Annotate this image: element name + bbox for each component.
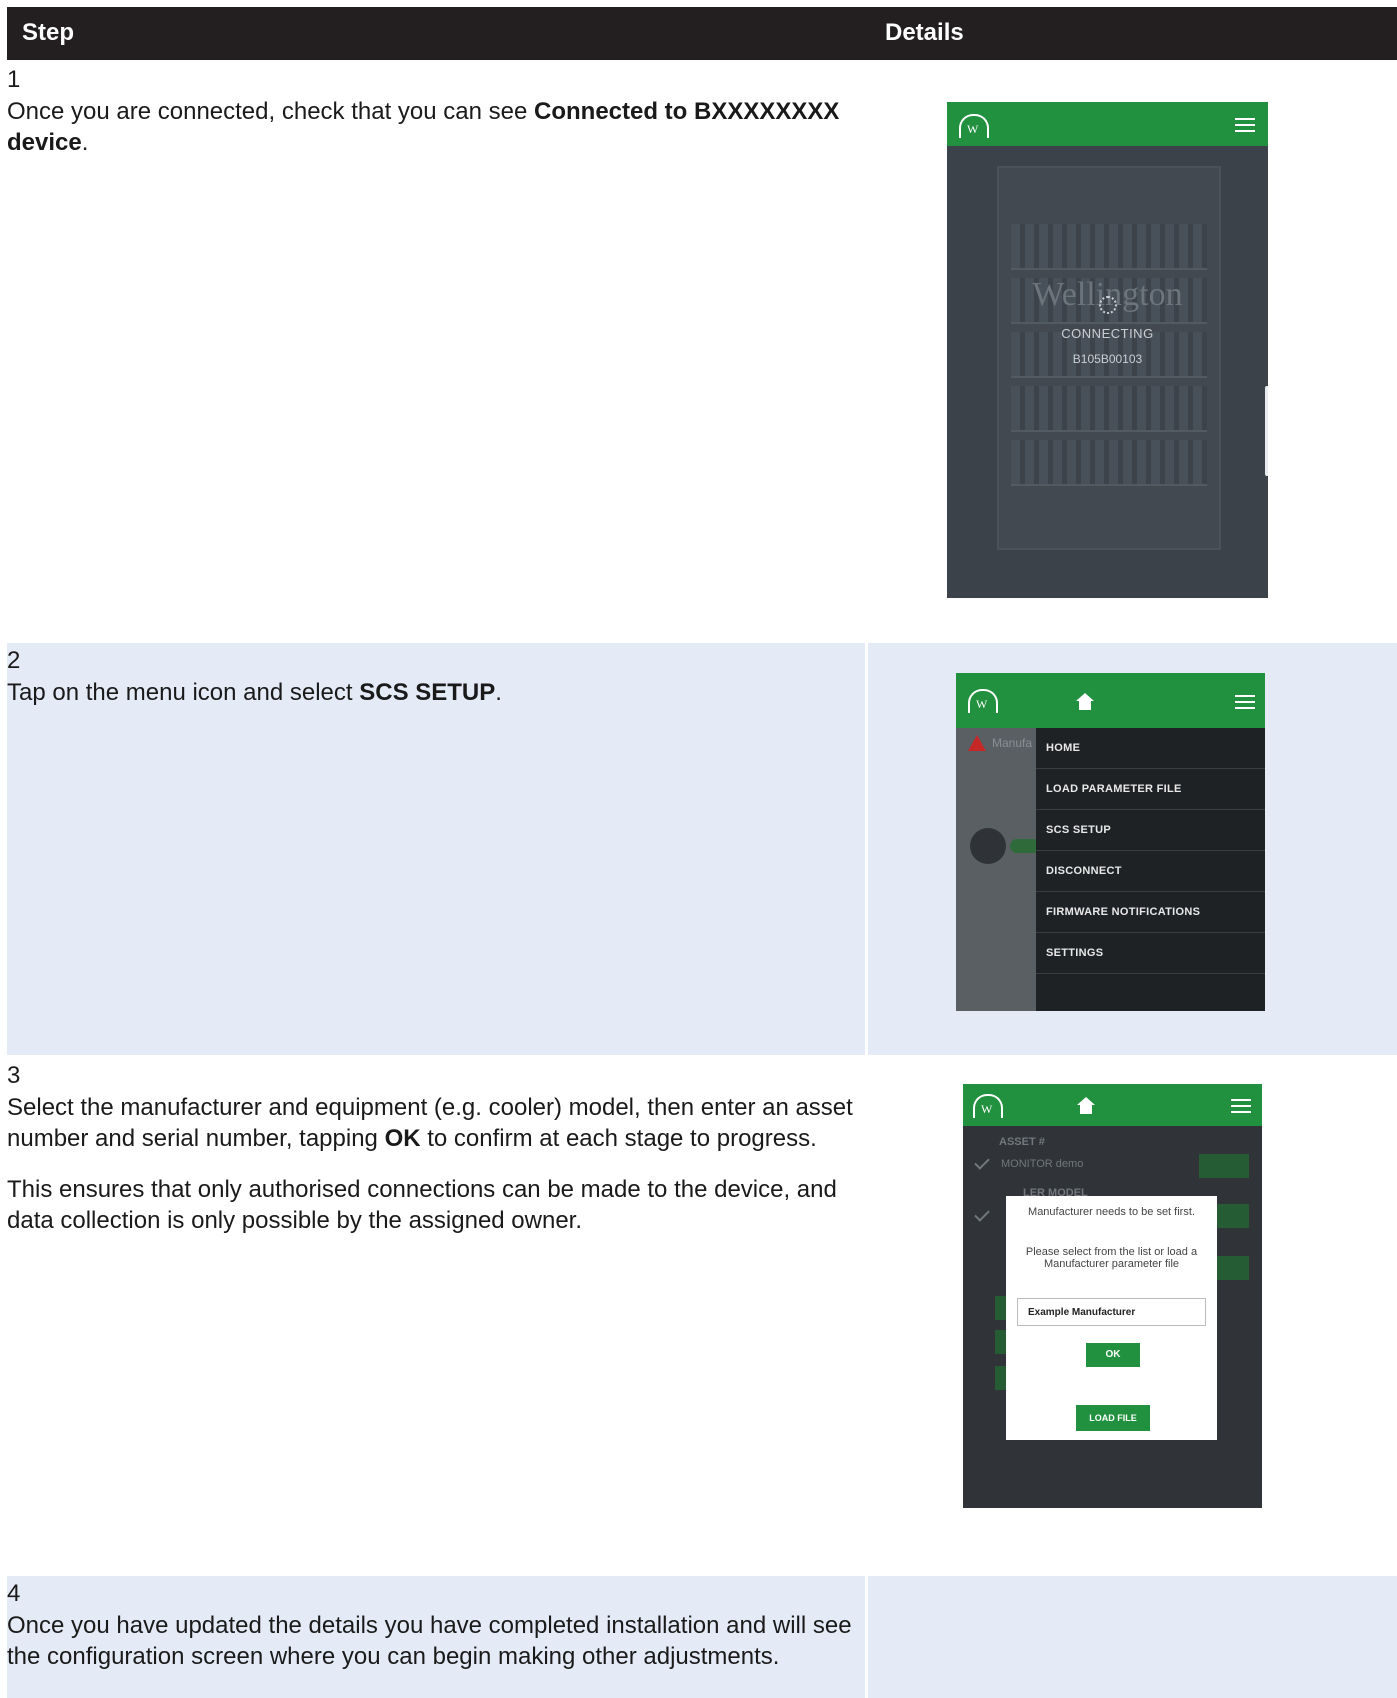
background-screen <box>956 728 1036 1011</box>
table-header: Step Details <box>7 7 1397 60</box>
app-header-bar: W <box>947 102 1268 146</box>
app-header-bar: W <box>963 1084 1262 1126</box>
manufacturer-dialog: Manufacturer needs to be set first. Plea… <box>1006 1196 1217 1440</box>
step-text: Once you are connected, check that you c… <box>7 98 840 156</box>
phone-screenshot-manufacturer: W ASSET # MONITOR demo LER MODEL Manufac… <box>963 1084 1262 1508</box>
header-details: Details <box>885 19 964 46</box>
hamburger-menu-icon <box>1231 1099 1251 1113</box>
table-row: 2 Tap on the menu icon and select SCS SE… <box>7 643 1397 1055</box>
step-note: This ensures that only authorised connec… <box>7 1176 837 1234</box>
warning-icon <box>968 735 986 751</box>
load-file-button: LOAD FILE <box>1076 1405 1150 1431</box>
device-serial: B105B00103 <box>1072 352 1143 366</box>
step-text: Tap on the menu icon and select SCS SETU… <box>7 679 502 706</box>
step-cell: 1 Once you are connected, check that you… <box>7 62 865 640</box>
background-asset-label: ASSET # <box>999 1136 1045 1148</box>
background-label: Manufa <box>992 736 1033 750</box>
status-circle <box>970 828 1006 864</box>
connecting-status: CONNECTING <box>1061 326 1154 341</box>
menu-item-settings: SETTINGS <box>1036 933 1265 974</box>
manufacturer-select: Example Manufacturer <box>1017 1298 1206 1326</box>
details-cell: W ASSET # MONITOR demo LER MODEL Manufac… <box>868 1058 1397 1573</box>
background-monitor-label: MONITOR demo <box>1001 1158 1084 1170</box>
details-cell: W Wellington CONNECTING B105B00103 <box>868 62 1397 640</box>
home-icon <box>1076 693 1094 711</box>
step-cell: 3 Select the manufacturer and equipment … <box>7 1058 865 1573</box>
header-step: Step <box>22 19 75 46</box>
connecting-screen: Wellington CONNECTING B105B00103 <box>947 146 1268 598</box>
table-row: 1 Once you are connected, check that you… <box>7 62 1397 640</box>
menu-item-load-parameter-file: LOAD PARAMETER FILE <box>1036 769 1265 810</box>
hamburger-menu-icon <box>1235 695 1255 709</box>
ok-button: OK <box>1086 1343 1140 1367</box>
details-cell <box>868 1576 1397 1698</box>
check-icon <box>974 1154 990 1170</box>
step-cell: 4 Once you have updated the details you … <box>7 1576 865 1698</box>
dialog-message: Manufacturer needs to be set first. <box>1028 1206 1195 1218</box>
background-button <box>1199 1154 1249 1178</box>
dropdown-menu: HOME LOAD PARAMETER FILE SCS SETUP DISCO… <box>1036 728 1265 1011</box>
step-text: Once you have updated the details you ha… <box>7 1612 852 1670</box>
table-row: 4 Once you have updated the details you … <box>7 1576 1397 1698</box>
step-number: 3 <box>7 1062 21 1089</box>
step-text: Select the manufacturer and equipment (e… <box>7 1092 857 1256</box>
phone-screenshot-connecting: W Wellington CONNECTING B105B00103 <box>942 92 1272 600</box>
phone-screenshot-menu: W Manufa HOME LOAD PARAMETER FILE SCS SE… <box>956 673 1265 1011</box>
step-number: 1 <box>7 66 21 93</box>
table-row: 3 Select the manufacturer and equipment … <box>7 1058 1397 1573</box>
menu-item-home: HOME <box>1036 728 1265 769</box>
details-cell: W Manufa HOME LOAD PARAMETER FILE SCS SE… <box>868 643 1397 1055</box>
check-icon <box>974 1206 990 1222</box>
wellington-logo-icon: W <box>968 689 998 713</box>
step-cell: 2 Tap on the menu icon and select SCS SE… <box>7 643 865 1055</box>
step-number: 4 <box>7 1580 21 1607</box>
home-icon <box>1077 1097 1095 1115</box>
side-handle <box>1265 386 1268 476</box>
menu-item-disconnect: DISCONNECT <box>1036 851 1265 892</box>
wellington-logo-icon: W <box>959 114 989 138</box>
dialog-instruction: Please select from the list or load a Ma… <box>1025 1246 1198 1270</box>
app-header-bar: W <box>956 673 1265 728</box>
menu-item-scs-setup: SCS SETUP <box>1036 810 1265 851</box>
hamburger-menu-icon <box>1235 118 1255 132</box>
step-number: 2 <box>7 647 21 674</box>
loading-spinner-icon <box>1099 296 1117 314</box>
wellington-logo-icon: W <box>973 1094 1003 1118</box>
menu-item-firmware-notifications: FIRMWARE NOTIFICATIONS <box>1036 892 1265 933</box>
